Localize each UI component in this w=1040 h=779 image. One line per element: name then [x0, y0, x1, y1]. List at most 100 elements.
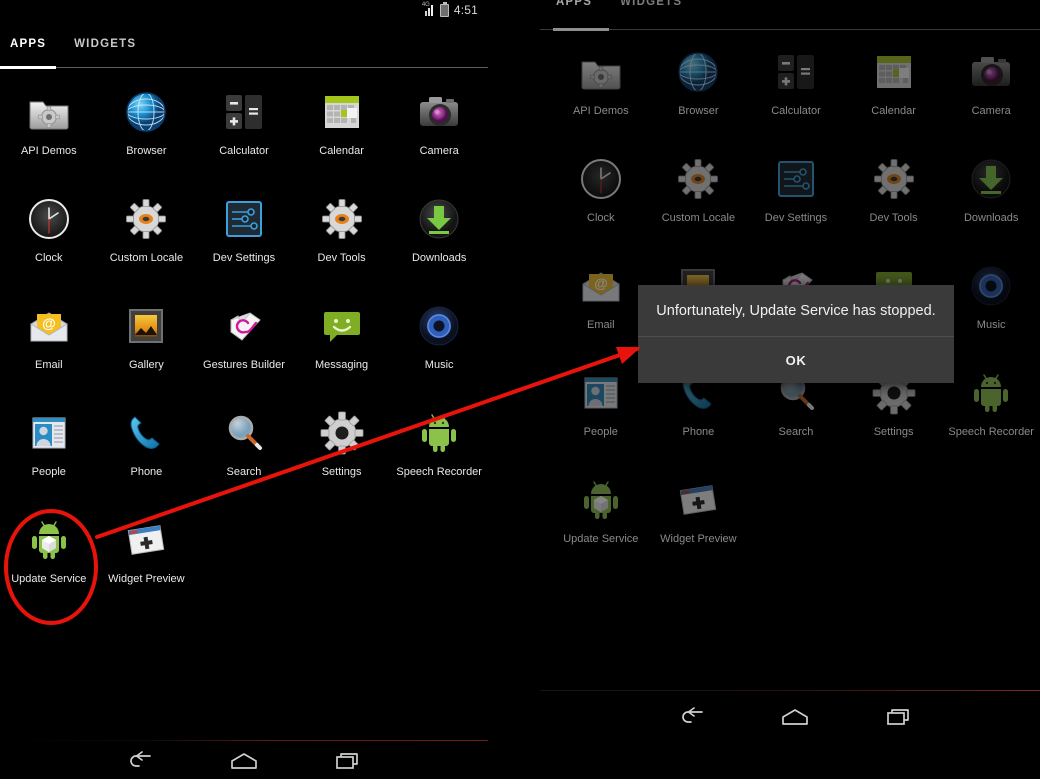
home-icon [231, 753, 257, 769]
folder-gear-icon [577, 48, 625, 96]
app-icon-people[interactable]: People [0, 409, 98, 516]
sliders-icon [225, 201, 262, 237]
left-device-screen: 4G 4:51 APPS WIDGETS API Demos Browser Cal… [0, 0, 488, 779]
app-icon-music[interactable]: Music [390, 302, 488, 409]
app-icon-speech-recorder[interactable]: Speech Recorder [390, 409, 488, 516]
picture-frame-icon [122, 302, 170, 350]
app-icon-update-service[interactable]: Update Service [0, 516, 98, 623]
gear-orange-icon [870, 155, 918, 203]
error-dialog: Unfortunately, Update Service has stoppe… [638, 285, 954, 383]
app-icon-camera[interactable]: Camera [390, 88, 488, 195]
calculator-icon [225, 95, 262, 129]
dialog-ok-button[interactable]: OK [638, 337, 954, 383]
app-icon-gestures-builder[interactable]: Gestures Builder [195, 302, 293, 409]
app-label: Dev Tools [317, 252, 366, 264]
app-icon-dev-settings[interactable]: Dev Settings [195, 195, 293, 302]
app-icon-dev-tools[interactable]: Dev Tools [845, 155, 943, 262]
nav-home-button[interactable] [219, 744, 269, 778]
app-icon-update-service[interactable]: Update Service [552, 476, 650, 583]
tab-apps-label: APPS [10, 38, 47, 50]
widget-window-plus-icon [680, 485, 717, 515]
signal-icon: 4G [422, 2, 435, 16]
app-label: Speech Recorder [396, 466, 482, 478]
tab-apps-right[interactable]: APPS [540, 0, 606, 22]
app-icon-speech-recorder[interactable]: Speech Recorder [942, 369, 1040, 476]
app-icon-search[interactable]: Search [195, 409, 293, 516]
app-icon-email[interactable]: @ Email [552, 262, 650, 369]
nav-recents-button-right[interactable] [874, 700, 924, 734]
app-icon-api-demos[interactable]: API Demos [0, 88, 98, 195]
gear-orange-icon [674, 155, 722, 203]
app-label: Dev Settings [764, 212, 828, 224]
calendar-icon [870, 48, 918, 96]
nav-recents-button[interactable] [323, 744, 373, 778]
tab-underline-indicator [0, 66, 56, 69]
app-icon-settings[interactable]: Settings [845, 369, 943, 476]
dialog-message: Unfortunately, Update Service has stoppe… [656, 302, 936, 319]
app-icon-calendar[interactable]: Calendar [845, 48, 943, 155]
nav-back-button[interactable] [114, 744, 164, 778]
android-robot-icon [967, 369, 1015, 417]
navigation-bar-right [540, 690, 1040, 740]
app-icon-email[interactable]: @ Email [0, 302, 98, 409]
camera-icon [420, 97, 459, 126]
app-icon-api-demos[interactable]: API Demos [552, 48, 650, 155]
nav-home-button-right[interactable] [770, 700, 820, 734]
app-icon-clock[interactable]: Clock [0, 195, 98, 302]
app-icon-downloads[interactable]: Downloads [942, 155, 1040, 262]
nav-back-button-right[interactable] [666, 700, 716, 734]
envelope-at-icon: @ [577, 262, 625, 310]
app-grid: API Demos Browser Calculator Calendar Camera… [0, 88, 488, 623]
app-icon-browser[interactable]: Browser [650, 48, 748, 155]
app-label: Downloads [411, 252, 467, 264]
app-icon-widget-preview[interactable]: Widget Preview [650, 476, 748, 583]
widget-window-plus-icon [128, 525, 165, 555]
tab-widgets-right[interactable]: WIDGETS [606, 0, 696, 22]
app-icon-messaging[interactable]: Messaging [293, 302, 391, 409]
app-icon-search[interactable]: Search [747, 369, 845, 476]
app-icon-widget-preview[interactable]: Widget Preview [98, 516, 196, 623]
app-label: Music [976, 319, 1006, 331]
tab-underline-right [540, 28, 1040, 31]
app-icon-dev-tools[interactable]: Dev Tools [293, 195, 391, 302]
app-icon-custom-locale[interactable]: Custom Locale [650, 155, 748, 262]
app-icon-settings[interactable]: Settings [293, 409, 391, 516]
app-icon-people[interactable]: People [552, 369, 650, 476]
app-icon-music[interactable]: Music [942, 262, 1040, 369]
app-icon-custom-locale[interactable]: Custom Locale [98, 195, 196, 302]
app-label: Settings [321, 466, 362, 478]
screenshot-root: 4G 4:51 APPS WIDGETS API Demos Browser Cal… [0, 0, 1040, 779]
app-icon-phone[interactable]: Phone [650, 369, 748, 476]
sliders-icon [220, 195, 268, 243]
gesture-alpha-icon [230, 312, 261, 341]
app-label: People [583, 426, 618, 438]
app-icon-calculator[interactable]: Calculator [747, 48, 845, 155]
app-label: Calendar [319, 145, 364, 157]
app-label: Widget Preview [108, 573, 185, 585]
tab-apps[interactable]: APPS [0, 38, 60, 64]
app-icon-dev-settings[interactable]: Dev Settings [747, 155, 845, 262]
app-label: Settings [873, 426, 914, 438]
app-icon-browser[interactable]: Browser [98, 88, 196, 195]
gesture-alpha-icon [220, 302, 268, 350]
app-icon-phone[interactable]: Phone [98, 409, 196, 516]
tab-widgets[interactable]: WIDGETS [60, 38, 150, 64]
magnifier-icon [220, 409, 268, 457]
app-icon-gallery[interactable]: Gallery [98, 302, 196, 409]
app-icon-downloads[interactable]: Downloads [390, 195, 488, 302]
app-icon-calculator[interactable]: Calculator [195, 88, 293, 195]
gear-orange-icon [678, 159, 719, 199]
contact-card-icon [584, 377, 618, 409]
right-device-screen: APPS WIDGETS API Demos Browser Calculator C… [540, 0, 1040, 779]
app-icon-calendar[interactable]: Calendar [293, 88, 391, 195]
android-robot-icon [415, 409, 463, 457]
camera-icon [967, 48, 1015, 96]
android-robot-icon [974, 374, 1009, 412]
gear-orange-icon [126, 199, 167, 239]
app-label: Update Service [563, 533, 639, 545]
app-icon-clock[interactable]: Clock [552, 155, 650, 262]
phone-handset-icon [130, 416, 161, 449]
speaker-icon [967, 262, 1015, 310]
app-icon-camera[interactable]: Camera [942, 48, 1040, 155]
magnifier-icon [228, 415, 262, 450]
